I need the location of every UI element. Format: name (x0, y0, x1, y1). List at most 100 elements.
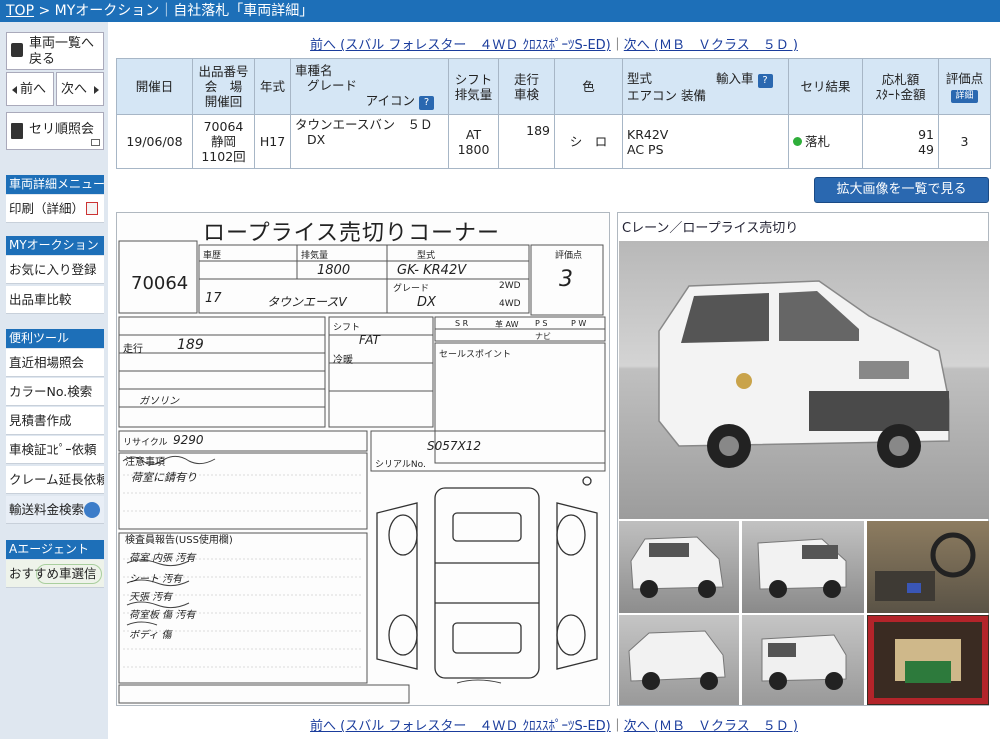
print-detail-link[interactable]: 印刷（詳細） (6, 195, 104, 223)
estimate-link[interactable]: 見積書作成 (6, 407, 104, 435)
sheet-title: ロープライス売切りコーナー (203, 221, 501, 246)
cell-shift-type: AT (465, 126, 482, 142)
cell-venue: 静岡 (210, 134, 236, 149)
col-score: 評価点 詳細 (938, 58, 991, 115)
seri-order-button[interactable]: セリ順照会 (6, 112, 104, 150)
car-diagram (376, 476, 598, 679)
breadcrumb-my: MYオークション (54, 3, 160, 19)
cell-price: 91 49 (862, 114, 939, 169)
breadcrumb-top-link[interactable]: TOP (6, 3, 34, 19)
sheet-sales-label: セールスポイント (439, 350, 512, 360)
tools-heading: 便利ツール (6, 329, 104, 348)
van-back-thumbnail-icon (761, 634, 847, 690)
sheet-report-1: 荷室 内張 汚有 (129, 553, 196, 564)
nav-divider: ｜ (610, 719, 624, 734)
col-price-line1: 応札額 (881, 71, 920, 87)
col-model-icon-label: アイコン (365, 93, 416, 108)
thumbnail-photo[interactable] (742, 615, 864, 705)
cell-color: シ ロ (554, 114, 623, 169)
thumbnail-photo[interactable] (867, 615, 989, 705)
import-help-icon[interactable]: ? (757, 73, 773, 88)
sheet-grade: DX (417, 295, 436, 310)
col-lot: 出品番号会 場開催回 (192, 58, 255, 115)
col-mileage-line1: 走行 (513, 71, 539, 87)
col-type-line1: 型式 輸入車 ? (627, 71, 788, 88)
claim-extension-link[interactable]: クレーム延長依頼 (6, 466, 104, 494)
sidebar: 車両一覧へ戻る 前へ 次へ セリ順照会 車両詳細メニュー 印刷（詳細） MYオー… (0, 22, 108, 739)
sheet-report-3: 天張 汚有 (129, 592, 173, 603)
sheet-score: 3 (559, 267, 573, 292)
seri-icon (11, 123, 23, 139)
main-vehicle-photo[interactable] (619, 241, 989, 519)
thumbnail-photo[interactable] (619, 615, 739, 705)
sheet-note1: 荷室に錆有り (131, 471, 197, 484)
score-detail-button[interactable]: 詳細 (951, 89, 978, 103)
help-icon[interactable]: ? (419, 96, 434, 110)
photo-panel-title: Cレーン／ロープライス売切り (622, 221, 799, 236)
cell-model-name: タウンエースバン ５Ｄ (295, 117, 433, 132)
back-to-list-button[interactable]: 車両一覧へ戻る (6, 32, 104, 70)
my-auction-heading: MYオークション (6, 236, 104, 255)
cell-grade: DX (307, 132, 326, 147)
print-detail-label: 印刷（詳細） (9, 201, 85, 216)
recommend-link[interactable]: おすすめ車選信 (6, 560, 104, 588)
breadcrumb: TOP > MYオークション｜自社落札「車両詳細」 (0, 0, 1000, 22)
market-link[interactable]: 直近相場照会 (6, 349, 104, 377)
sheet-car-label: 車歴 (203, 251, 222, 261)
sheet-aw: 革 AW (495, 320, 519, 329)
van-thumbnail-icon (630, 536, 724, 598)
sheet-ac-label: 冷暖 (333, 355, 353, 366)
prev-button[interactable]: 前へ (6, 72, 54, 106)
sheet-grade-label: グレード (393, 284, 430, 294)
prev-vehicle-link[interactable]: 前へ (スバル フォレスター ４ＷＤ ｸﾛｽｽﾎﾟｰﾂS-ED) (310, 38, 611, 53)
col-shift: シフト 排気量 (448, 58, 499, 115)
col-mileage: 走行 車検 (498, 58, 555, 115)
sheet-type-label: 型式 (417, 251, 436, 261)
cell-score: 3 (938, 114, 991, 169)
sheet-fuel: ガソリン (139, 396, 179, 407)
thumbnail-photo[interactable] (742, 521, 864, 613)
enlarge-images-button[interactable]: 拡大画像を一覧で見る (814, 177, 989, 203)
auction-sheet-image[interactable]: ロープライス売切りコーナー 70064 車歴 排気量 1800 型式 GK- K… (116, 212, 610, 706)
cell-type: KR42V AC PS (622, 114, 789, 169)
col-price: 応札額 ｽﾀｰﾄ金額 (862, 58, 939, 115)
thumbnail-photo[interactable] (867, 521, 989, 613)
color-search-link[interactable]: カラーNo.検索 (6, 378, 104, 406)
nav-links-bottom: 前へ (スバル フォレスター ４ＷＤ ｸﾛｽｽﾎﾟｰﾂS-ED)｜次へ (ＭＢ … (108, 715, 1000, 734)
sheet-2wd: 2WD (499, 281, 521, 291)
cell-bid: 91 (918, 126, 934, 142)
compare-link[interactable]: 出品車比較 (6, 286, 104, 314)
next-label: 次へ (61, 82, 88, 97)
col-price-line2: ｽﾀｰﾄ金額 (875, 86, 926, 102)
favorite-link[interactable]: お気に入り登録 (6, 256, 104, 284)
inspection-copy-link[interactable]: 車検証ｺﾋﾟｰ依頼 (6, 436, 104, 464)
interior-thumbnail-icon (875, 532, 976, 601)
cell-year: H17 (254, 114, 291, 169)
sheet-ps: P S (535, 319, 548, 328)
cell-date: 19/06/08 (116, 114, 193, 169)
van-rear-thumbnail-icon (757, 538, 847, 598)
col-lot-line3: 開催回 (204, 94, 243, 109)
auction-sheet-drawing (118, 240, 606, 704)
next-vehicle-link[interactable]: 次へ (ＭＢ Ｖクラス ５Ｄ ) (624, 719, 798, 734)
photo-panel: Cレーン／ロープライス売切り (617, 212, 989, 706)
shipping-search-link[interactable]: 輸送料金検索 (6, 496, 104, 524)
sheet-shift: FAT (359, 333, 380, 347)
cell-lot: 70064 静岡 1102回 (192, 114, 255, 169)
prev-label: 前へ (20, 82, 47, 97)
col-lot-line1: 出品番号 (198, 64, 249, 79)
prev-vehicle-link[interactable]: 前へ (スバル フォレスター ４ＷＤ ｸﾛｽｽﾎﾟｰﾂS-ED) (310, 719, 611, 734)
next-vehicle-link[interactable]: 次へ (ＭＢ Ｖクラス ５Ｄ ) (624, 38, 798, 53)
cell-mileage: 189 (498, 114, 555, 169)
next-button[interactable]: 次へ (56, 72, 104, 106)
shipping-search-label: 輸送料金検索 (9, 502, 85, 517)
shipping-icon (84, 502, 100, 518)
cargo-thumbnail-icon (868, 616, 988, 704)
sheet-mileage-label: 走行 (123, 344, 143, 355)
sheet-chassis: S057X12 (427, 439, 482, 453)
col-model-line2: グレード (307, 78, 358, 93)
sheet-serial-label: シリアルNo. (375, 460, 426, 470)
vehicle-menu-heading: 車両詳細メニュー (6, 175, 104, 194)
col-mileage-line2: 車検 (513, 86, 539, 102)
thumbnail-photo[interactable] (619, 521, 739, 613)
